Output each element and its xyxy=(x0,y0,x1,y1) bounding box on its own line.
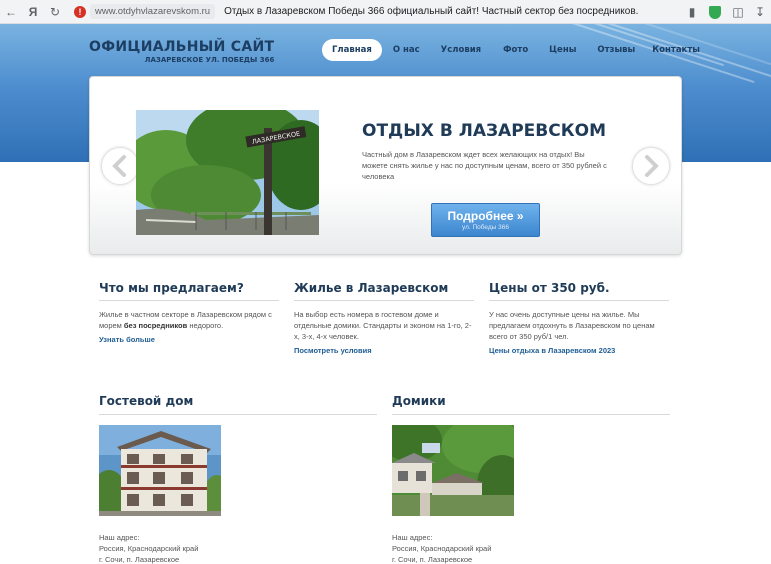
view-conditions-link[interactable]: Посмотреть условия xyxy=(294,346,474,355)
listing-cottages-title: Домики xyxy=(392,394,670,415)
nav-item-photo[interactable]: Фото xyxy=(503,39,528,61)
browser-toolbar: ← Я ↻ ! www.otdyhvlazarevskom.ru Отдых в… xyxy=(0,0,771,24)
nav-item-reviews[interactable]: Отзывы xyxy=(597,39,635,61)
feature-offer-title: Что мы предлагаем? xyxy=(99,281,279,301)
slide-description: Частный дом в Лазаревском ждет всех жела… xyxy=(362,150,607,181)
translate-icon[interactable]: ◫ xyxy=(727,0,749,24)
feature-prices: Цены от 350 руб. У нас очень доступные ц… xyxy=(489,281,669,355)
site-logo[interactable]: ОФИЦИАЛЬНЫЙ САЙТ ЛАЗАРЕВСКОЕ УЛ. ПОБЕДЫ … xyxy=(89,39,274,64)
main-navigation: Главная О нас Условия Фото Цены Отзывы К… xyxy=(322,39,700,61)
feature-housing: Жилье в Лазаревском На выбор есть номера… xyxy=(294,281,474,355)
insecure-warning-icon[interactable]: ! xyxy=(74,5,86,18)
nav-item-home[interactable]: Главная xyxy=(322,39,382,61)
reload-icon[interactable]: ↻ xyxy=(44,0,66,24)
hero-slider: ЛАЗАРЕВСКОЕ ОТДЫХ В ЛАЗАРЕВСКОМ Частный … xyxy=(89,76,682,255)
browser-page-title: Отдых в Лазаревском Победы 366 официальн… xyxy=(224,6,639,17)
listing-cottages: Домики Наш адрес: Россия, Краснодарский … xyxy=(392,394,670,564)
chevron-right-icon xyxy=(645,155,659,177)
logo-subtitle: ЛАЗАРЕВСКОЕ УЛ. ПОБЕДЫ 366 xyxy=(144,56,275,64)
more-button-sublabel: ул. Победы 366 xyxy=(461,224,510,231)
feature-prices-text: У нас очень доступные цены на жилье. Мы … xyxy=(489,310,655,341)
feature-housing-title: Жилье в Лазаревском xyxy=(294,281,474,301)
more-button-label: Подробнее » xyxy=(447,209,524,223)
slide-photo: ЛАЗАРЕВСКОЕ xyxy=(136,110,319,235)
nav-item-conditions[interactable]: Условия xyxy=(441,39,481,61)
slide-title: ОТДЫХ В ЛАЗАРЕВСКОМ xyxy=(362,121,606,141)
guesthouse-address: Наш адрес: Россия, Краснодарский край г.… xyxy=(99,533,199,564)
yandex-icon[interactable]: Я xyxy=(22,0,44,24)
back-arrow-icon[interactable]: ← xyxy=(0,0,22,24)
learn-more-link[interactable]: Узнать больше xyxy=(99,335,279,344)
slider-prev-button[interactable] xyxy=(101,147,139,185)
bookmark-icon[interactable]: ▮ xyxy=(681,0,703,24)
cottages-photo[interactable] xyxy=(392,425,514,516)
feature-offer-text: Жилье в частном секторе в Лазаревском ря… xyxy=(99,310,272,330)
listing-guesthouse-title: Гостевой дом xyxy=(99,394,377,415)
slider-next-button[interactable] xyxy=(632,147,670,185)
nav-item-contacts[interactable]: Контакты xyxy=(652,39,700,61)
feature-prices-title: Цены от 350 руб. xyxy=(489,281,669,301)
nav-item-about[interactable]: О нас xyxy=(393,39,420,61)
cottages-address: Наш адрес: Россия, Краснодарский край г.… xyxy=(392,533,492,564)
nav-item-prices[interactable]: Цены xyxy=(549,39,576,61)
listing-guesthouse: Гостевой дом Наш адрес: Россия, Краснода… xyxy=(99,394,377,564)
address-bar-url[interactable]: www.otdyhvlazarevskom.ru xyxy=(90,4,216,19)
guesthouse-photo[interactable] xyxy=(99,425,221,516)
more-details-button[interactable]: Подробнее » ул. Победы 366 xyxy=(431,203,540,237)
feature-offer: Что мы предлагаем? Жилье в частном секто… xyxy=(99,281,279,344)
chevron-left-icon xyxy=(112,155,126,177)
logo-title: ОФИЦИАЛЬНЫЙ САЙТ xyxy=(89,39,275,55)
feature-housing-text: На выбор есть номера в гостевом доме и о… xyxy=(294,310,472,341)
downloads-icon[interactable]: ↧ xyxy=(749,0,771,24)
protect-shield-icon[interactable] xyxy=(709,5,721,19)
prices-link[interactable]: Цены отдыха в Лазаревском 2023 xyxy=(489,346,669,355)
